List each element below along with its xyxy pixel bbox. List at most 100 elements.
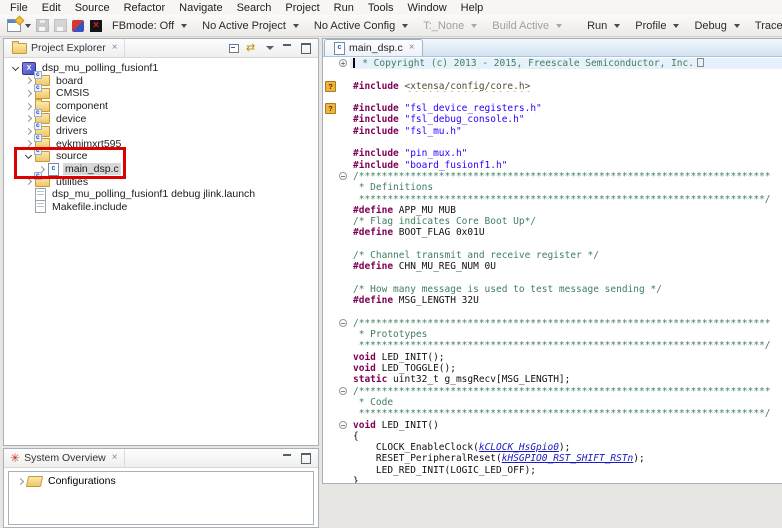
tree-item-dsp-mu-polling-fusionf1-debug-jlink-launch[interactable]: dsp_mu_polling_fusionf1 debug jlink.laun… — [4, 188, 318, 201]
close-icon[interactable]: × — [409, 43, 415, 53]
toolbar-trace[interactable]: Trace — [748, 18, 782, 34]
tree-item-configurations[interactable]: Configurations — [9, 475, 313, 488]
close-icon[interactable]: × — [112, 453, 118, 463]
folding-ruler — [337, 182, 350, 193]
chevron-right-icon[interactable] — [23, 76, 33, 86]
tree-item-device[interactable]: device — [4, 112, 318, 125]
tree-item-dsp-mu-polling-fusionf1[interactable]: Xdsp_mu_polling_fusionf1 — [4, 62, 318, 75]
menu-edit[interactable]: Edit — [35, 1, 68, 15]
editor-area: c main_dsp.c × + * Copyright (c) 2013 - … — [322, 38, 782, 484]
toolbar-build-active[interactable]: Build Active — [485, 18, 570, 34]
minimize-icon[interactable] — [282, 452, 294, 464]
tree-item-makefile-include[interactable]: Makefile.include — [4, 201, 318, 214]
tree-item-utilities[interactable]: utilities — [4, 175, 318, 188]
save-all-icon-button[interactable] — [52, 17, 68, 35]
chevron-right-icon[interactable] — [23, 177, 33, 187]
project-tree: Xdsp_mu_polling_fusionf1boardCMSIScompon… — [4, 58, 318, 450]
code-line: ****************************************… — [323, 194, 782, 205]
chevron-right-icon[interactable] — [23, 139, 33, 149]
chevron-right-icon[interactable] — [23, 126, 33, 136]
tree-item-component[interactable]: component — [4, 100, 318, 113]
editor-tab-main-dsp-c[interactable]: c main_dsp.c × — [324, 39, 423, 56]
dropdown-arrow-icon[interactable] — [25, 24, 31, 28]
fold-collapse-icon[interactable]: − — [339, 421, 347, 429]
tree-item-label: drivers — [54, 125, 90, 137]
view-menu-icon[interactable] — [264, 42, 276, 54]
toolbar-no-active-config[interactable]: No Active Config — [307, 18, 416, 34]
project-explorer-tab[interactable]: Project Explorer × — [4, 39, 125, 57]
system-overview-title: System Overview — [24, 452, 106, 464]
tree-item-label: device — [54, 113, 88, 125]
annotation-ruler: ? — [323, 81, 337, 92]
new-icon-button[interactable] — [6, 17, 22, 35]
menu-refactor[interactable]: Refactor — [117, 1, 173, 15]
menu-file[interactable]: File — [3, 1, 35, 15]
fold-expand-icon[interactable]: + — [339, 59, 347, 67]
dropdown-arrow-icon — [471, 24, 477, 28]
chevron-right-icon[interactable] — [23, 88, 33, 98]
fold-collapse-icon[interactable]: − — [339, 319, 347, 327]
code-text: * Copyright (c) 2013 - 2015, Freescale S… — [350, 58, 782, 69]
menu-search[interactable]: Search — [230, 1, 279, 15]
tree-item-cmsis[interactable]: CMSIS — [4, 87, 318, 100]
code-line: /* Flag indicates Core Boot Up*/ — [323, 216, 782, 227]
code-line — [323, 273, 782, 284]
toolbar-fbmode-off[interactable]: FBmode: Off — [105, 18, 195, 34]
annotation-ruler — [323, 386, 337, 397]
annotation-ruler — [323, 205, 337, 216]
code-line: /* Channel transmit and receive register… — [323, 250, 782, 261]
fold-collapse-icon[interactable]: − — [339, 172, 347, 180]
tree-item-label: dsp_mu_polling_fusionf1 debug jlink.laun… — [50, 188, 257, 200]
tree-item-label: Makefile.include — [50, 201, 129, 213]
menu-tools[interactable]: Tools — [361, 1, 401, 15]
close-icon[interactable]: × — [112, 43, 118, 53]
xtensa-logo-icon-button[interactable]: × — [88, 17, 104, 35]
toolbar-t-none[interactable]: T:_None — [416, 18, 485, 34]
fold-collapse-icon[interactable]: − — [339, 387, 347, 395]
xplorer-icon — [72, 20, 84, 32]
chevron-right-icon — [23, 202, 33, 212]
chevron-down-icon[interactable] — [23, 151, 33, 161]
chevron-down-icon[interactable] — [10, 63, 20, 73]
menu-run[interactable]: Run — [327, 1, 361, 15]
chevron-right-icon[interactable] — [15, 476, 25, 486]
menu-help[interactable]: Help — [454, 1, 491, 15]
maximize-icon[interactable] — [300, 452, 312, 464]
tree-item-evkmimxrt595[interactable]: evkmimxrt595 — [4, 138, 318, 151]
annotation-ruler — [323, 227, 337, 238]
toolbar-no-active-project[interactable]: No Active Project — [195, 18, 307, 34]
menu-source[interactable]: Source — [68, 1, 117, 15]
tree-item-board[interactable]: board — [4, 75, 318, 88]
menu-navigate[interactable]: Navigate — [172, 1, 229, 15]
xplorer-icon-button[interactable] — [70, 17, 86, 35]
chevron-right-icon[interactable] — [23, 101, 33, 111]
code-line: ****************************************… — [323, 340, 782, 351]
c-file-icon: c — [334, 42, 345, 55]
toolbar-debug[interactable]: Debug — [687, 18, 747, 34]
folded-region-box[interactable] — [697, 58, 704, 67]
save-icon-button[interactable] — [34, 17, 50, 35]
folding-ruler — [337, 442, 350, 453]
folding-ruler — [337, 69, 350, 80]
tree-item-source[interactable]: source — [4, 150, 318, 163]
unresolved-include-warning-icon[interactable]: ? — [325, 103, 336, 114]
tree-item-drivers[interactable]: drivers — [4, 125, 318, 138]
text-cursor — [353, 58, 355, 68]
maximize-icon[interactable] — [300, 42, 312, 54]
unresolved-include-warning-icon[interactable]: ? — [325, 81, 336, 92]
minimize-icon[interactable] — [282, 42, 294, 54]
chevron-right-icon[interactable] — [23, 114, 33, 124]
dropdown-arrow-icon — [293, 24, 299, 28]
code-line: #include "fsl_mu.h" — [323, 126, 782, 137]
menu-window[interactable]: Window — [401, 1, 454, 15]
code-editor[interactable]: + * Copyright (c) 2013 - 2015, Freescale… — [323, 57, 782, 483]
menu-project[interactable]: Project — [278, 1, 326, 15]
toolbar-run[interactable]: Run — [580, 18, 628, 34]
collapse-all-icon[interactable] — [228, 42, 240, 54]
link-with-editor-icon[interactable] — [246, 42, 258, 54]
code-line: + * Copyright (c) 2013 - 2015, Freescale… — [323, 58, 782, 69]
system-overview-tab[interactable]: ✳ System Overview × — [4, 449, 125, 467]
toolbar-profile[interactable]: Profile — [628, 18, 687, 34]
tree-item-label: CMSIS — [54, 87, 91, 99]
tree-item-main-dsp-c[interactable]: cmain_dsp.c — [4, 163, 318, 176]
